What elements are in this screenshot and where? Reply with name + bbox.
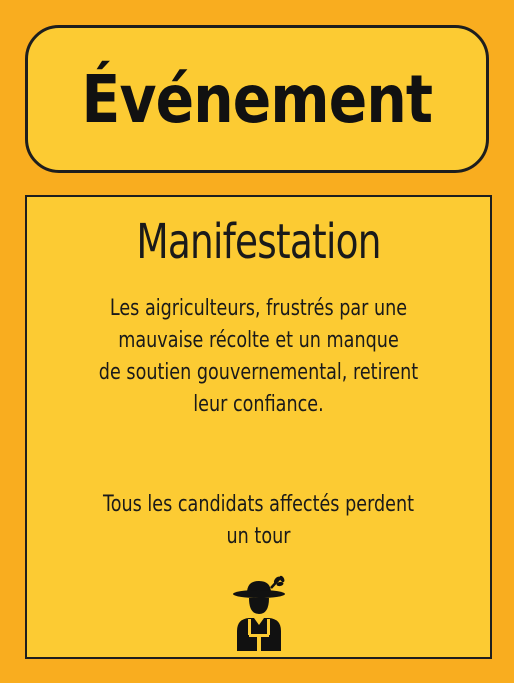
effect-line: un tour	[226, 524, 291, 549]
farmer-icon	[232, 575, 285, 651]
effect-line: Tous les candidats affectés perdent	[102, 492, 415, 517]
description-line: leur confiance.	[193, 392, 324, 417]
description-line: mauvaise récolte et un manque	[118, 328, 399, 353]
description-line: de soutien gouvernemental, retirent	[98, 360, 419, 385]
event-description: Les aigriculteurs, frustrés par une mauv…	[27, 293, 490, 421]
card-body: Manifestation Les aigriculteurs, frustré…	[25, 195, 492, 659]
event-effect: Tous les candidats affectés perdent un t…	[27, 489, 490, 553]
event-name: Manifestation	[136, 214, 381, 270]
description-line: Les aigriculteurs, frustrés par une	[109, 296, 408, 321]
card-type-title: Événement	[81, 60, 433, 138]
card-header: Événement	[25, 25, 489, 173]
event-card: Événement Manifestation Les aigriculteur…	[0, 0, 514, 683]
